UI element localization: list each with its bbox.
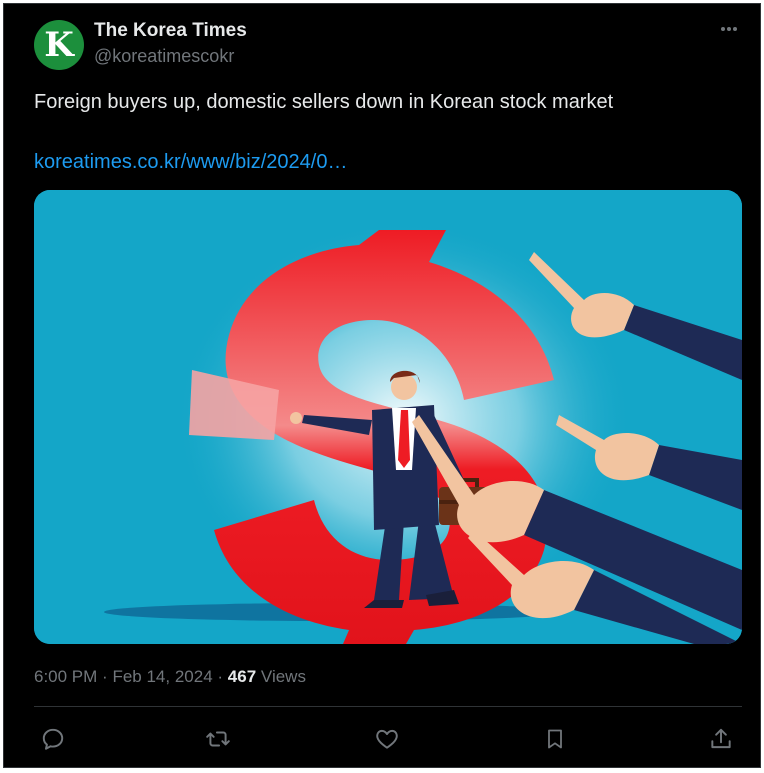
reply-icon: [42, 728, 64, 750]
reply-button[interactable]: [38, 724, 68, 754]
tweet-meta: 6:00 PM · Feb 14, 2024 · 467 Views: [34, 667, 306, 687]
tweet-text: Foreign buyers up, domestic sellers down…: [34, 91, 614, 113]
author-handle[interactable]: @koreatimescokr: [94, 46, 234, 67]
tweet-media-image[interactable]: [34, 190, 742, 644]
avatar-letter: K: [44, 25, 74, 65]
meta-separator: ·: [102, 667, 108, 686]
share-icon: [711, 728, 731, 749]
tweet-date[interactable]: Feb 14, 2024: [112, 667, 212, 686]
views-count[interactable]: 467: [228, 667, 256, 686]
tweet-link[interactable]: koreatimes.co.kr/www/biz/2024/0…: [34, 149, 347, 175]
more-icon: [721, 27, 737, 31]
like-button[interactable]: [372, 724, 402, 754]
share-button[interactable]: [706, 724, 736, 754]
avatar[interactable]: K: [34, 20, 84, 70]
meta-separator-2: ·: [217, 667, 224, 686]
tweet-time[interactable]: 6:00 PM: [34, 667, 97, 686]
more-options-button[interactable]: [716, 16, 742, 42]
like-icon: [376, 729, 398, 749]
author-display-name[interactable]: The Korea Times: [94, 20, 247, 42]
bookmark-button[interactable]: [540, 724, 570, 754]
repost-button[interactable]: [203, 724, 233, 754]
divider: [34, 706, 742, 707]
views-label: Views: [260, 667, 306, 686]
repost-icon: [206, 731, 230, 747]
bookmark-icon: [548, 729, 562, 749]
dollar-pointing-hands-illustration: [34, 190, 742, 644]
tweet-card: K The Korea Times @koreatimescokr Foreig…: [3, 3, 761, 768]
